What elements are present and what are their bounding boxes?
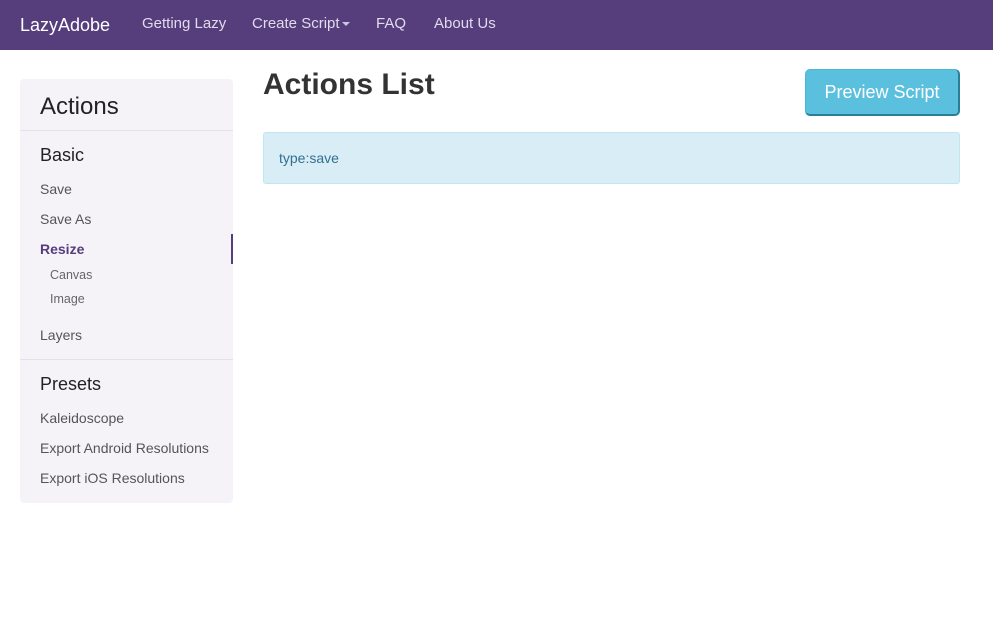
sidebar-item-export-android[interactable]: Export Android Resolutions — [40, 440, 209, 456]
preview-script-button[interactable]: Preview Script — [805, 69, 960, 116]
nav-getting-lazy[interactable]: Getting Lazy — [142, 0, 226, 50]
action-item[interactable]: type:save — [263, 132, 960, 184]
sidebar-item-kaleidoscope[interactable]: Kaleidoscope — [40, 410, 124, 426]
action-item-text: type:save — [279, 150, 339, 166]
sidebar-item-export-ios[interactable]: Export iOS Resolutions — [40, 470, 185, 486]
actions-sidebar: Actions Basic Save Save As Resize Canvas… — [20, 79, 233, 503]
sidebar-item-layers[interactable]: Layers — [40, 327, 82, 343]
sidebar-divider — [20, 359, 233, 360]
nav-about-us[interactable]: About Us — [434, 0, 496, 50]
active-indicator — [231, 234, 233, 264]
sidebar-title: Actions — [40, 93, 119, 120]
nav-create-script[interactable]: Create Script — [252, 0, 350, 50]
sidebar-item-resize[interactable]: Resize — [40, 241, 84, 257]
sidebar-subitem-image[interactable]: Image — [50, 292, 85, 306]
nav-create-script-label: Create Script — [252, 15, 340, 32]
sidebar-subitem-canvas[interactable]: Canvas — [50, 268, 92, 282]
sidebar-item-save-as[interactable]: Save As — [40, 211, 91, 227]
page-title: Actions List — [263, 68, 435, 101]
sidebar-item-save[interactable]: Save — [40, 181, 72, 197]
section-title-presets: Presets — [40, 374, 102, 394]
section-title-basic: Basic — [40, 145, 85, 165]
top-navbar: LazyAdobe Getting Lazy Create Script FAQ… — [0, 0, 993, 50]
sidebar-divider — [20, 130, 233, 131]
caret-down-icon — [341, 22, 350, 27]
brand-link[interactable]: LazyAdobe — [20, 0, 110, 50]
nav-faq[interactable]: FAQ — [376, 0, 406, 50]
